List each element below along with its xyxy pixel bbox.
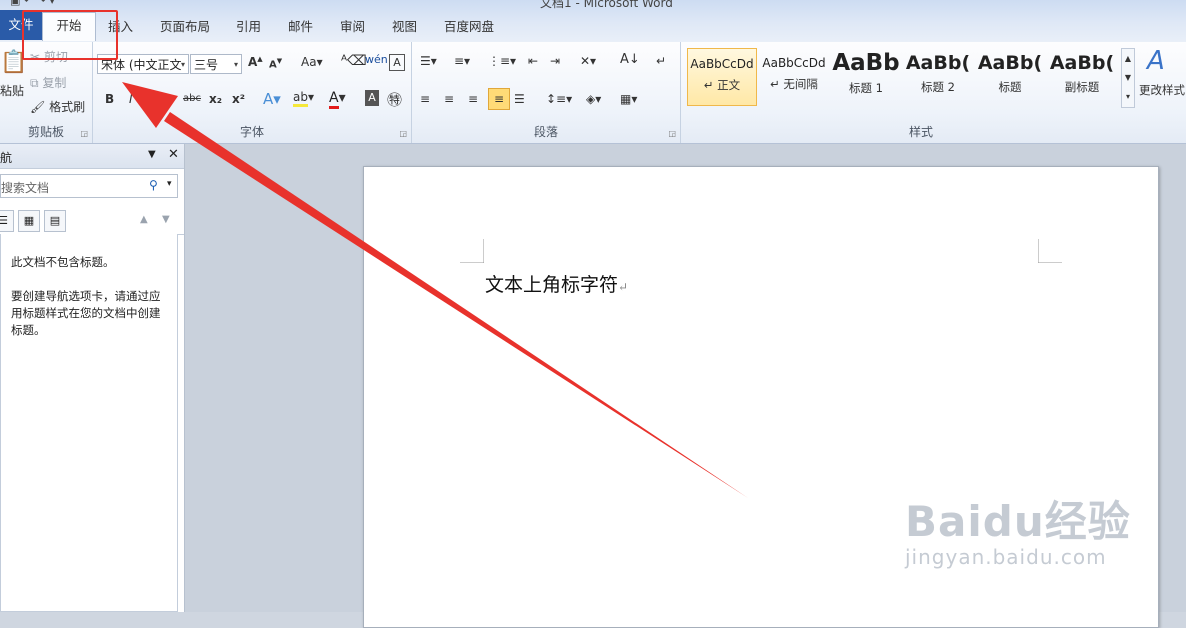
redo-icon[interactable]: ↷ — [37, 0, 46, 7]
search-icon[interactable]: ⚲ — [149, 178, 158, 192]
crop-mark-top-left — [460, 239, 484, 263]
style-no-spacing[interactable]: AaBbCcDd ↵ 无间隔 — [759, 48, 829, 106]
clipboard-group-label: 剪贴板 — [27, 125, 64, 139]
annotation-highlight-box — [22, 10, 118, 60]
navigation-pane: 航 ▼ ✕ 搜索文档 ⚲ ▾ ☰ ▦ ▤ ▲ ▼ 此文档不包含标题。 要创建导航… — [0, 144, 185, 612]
tab-mailings[interactable]: 邮件 — [286, 14, 315, 40]
align-right-icon[interactable]: ≡ — [468, 92, 478, 106]
strikethrough-button[interactable]: abc — [183, 93, 201, 104]
nav-pane-title: 航 — [0, 151, 13, 165]
increase-indent-icon[interactable]: ⇥ — [550, 54, 560, 68]
grow-font-icon[interactable]: A▲ — [248, 55, 263, 69]
chevron-down-icon: ▾ — [180, 60, 185, 69]
shrink-font-icon[interactable]: A▼ — [269, 57, 282, 70]
underline-button[interactable]: U▾ — [151, 92, 166, 106]
previous-icon[interactable]: ▲ — [140, 214, 148, 225]
crop-mark-top-right — [1038, 239, 1062, 263]
copy-button[interactable]: ⧉ 复制 — [30, 74, 66, 91]
align-center-icon[interactable]: ≡ — [444, 92, 454, 106]
line-spacing-icon[interactable]: ↕≡▾ — [546, 92, 572, 106]
borders-icon[interactable]: ▦▾ — [620, 92, 637, 106]
paragraph-mark-icon: ↵ — [618, 280, 629, 294]
paste-button[interactable]: 粘贴 — [0, 82, 24, 99]
tab-references[interactable]: 引用 — [234, 14, 263, 40]
font-group-label: 字体 — [239, 125, 264, 139]
tab-page-layout[interactable]: 页面布局 — [158, 14, 212, 40]
dialog-launcher-icon[interactable]: ◲ — [399, 129, 407, 138]
save-icon[interactable]: ▣ — [10, 0, 20, 7]
qat-dropdown-icon[interactable]: ▾ — [49, 0, 55, 7]
title-tab-bar: ▣ ↶ ↷ ▾ 文档1 - Microsoft Word 文件 开始 插入 页面… — [0, 0, 1186, 43]
distributed-icon[interactable]: ☰ — [514, 92, 525, 106]
undo-icon[interactable]: ↶ — [24, 0, 33, 7]
tab-baidu-netdisk[interactable]: 百度网盘 — [442, 14, 496, 40]
subscript-button[interactable]: x₂ — [209, 92, 222, 106]
show-hide-marks-icon[interactable]: ↵ — [656, 54, 666, 68]
font-group: 宋体 (中文正文 ▾ 三号 ▾ A▲ A▼ Aa▾ ᴬ⌫ wén A B I U… — [93, 42, 412, 143]
clear-formatting-icon[interactable]: ᴬ⌫ — [341, 53, 367, 69]
decrease-indent-icon[interactable]: ⇤ — [528, 54, 538, 68]
style-normal[interactable]: AaBbCcDd ↵ 正文 — [687, 48, 757, 106]
justify-icon[interactable]: ≡ — [488, 88, 510, 110]
brush-icon: 🖌 — [30, 100, 46, 114]
ribbon: 📋 粘贴 ✂ 剪切 ⧉ 复制 🖌 格式刷 剪贴板 ◲ 宋体 (中文正文 ▾ 三号… — [0, 42, 1186, 144]
nav-help-text: 要创建导航选项卡，请通过应用标题样式在您的文档中创建标题。 — [11, 289, 161, 337]
format-painter-button[interactable]: 🖌 格式刷 — [30, 98, 85, 115]
font-color-icon[interactable]: A▾ — [329, 90, 346, 109]
document-text[interactable]: 文本上角标字符↵ — [485, 270, 628, 297]
multilevel-list-icon[interactable]: ⋮≡▾ — [488, 54, 516, 68]
tab-review[interactable]: 审阅 — [338, 14, 367, 40]
search-input[interactable]: 搜索文档 — [1, 179, 49, 196]
dialog-launcher-icon[interactable]: ◲ — [668, 129, 676, 138]
paragraph-group: ☰▾ ≡▾ ⋮≡▾ ⇤ ⇥ ✕▾ A↓ ↵ ≡ ≡ ≡ ≡ ☰ ↕≡▾ ◈▾ ▦… — [412, 42, 681, 143]
character-border-icon[interactable]: A — [389, 54, 405, 71]
change-styles-icon[interactable]: A — [1147, 46, 1165, 76]
nav-search-box[interactable]: 搜索文档 ⚲ ▾ — [0, 174, 178, 198]
quick-access-toolbar: ▣ ↶ ↷ ▾ — [10, 0, 55, 7]
styles-group: AaBbCcDd ↵ 正文 AaBbCcDd ↵ 无间隔 AaBb 标题 1 A… — [681, 42, 1186, 143]
change-styles-button[interactable]: 更改样式 — [1139, 82, 1185, 98]
highlight-color-icon[interactable]: ab▾ — [293, 90, 314, 107]
baidu-watermark-logo: Baidu经验 jingyan.baidu.com — [905, 497, 1131, 569]
phonetic-guide-icon[interactable]: wén — [365, 53, 388, 66]
change-case-icon[interactable]: Aa▾ — [301, 55, 323, 69]
italic-button[interactable]: I — [129, 92, 133, 106]
pages-view-icon[interactable]: ▦ — [18, 210, 40, 232]
nav-options-icon[interactable]: ▼ — [148, 149, 156, 160]
character-shading-icon[interactable]: A — [365, 90, 379, 106]
headings-view-icon[interactable]: ☰ — [0, 210, 14, 232]
chevron-down-icon[interactable]: ▾ — [167, 179, 172, 189]
sort-icon[interactable]: A↓ — [620, 52, 640, 67]
chevron-down-icon: ▾ — [233, 60, 238, 69]
style-title[interactable]: AaBb( 标题 — [975, 48, 1045, 106]
window-title: 文档1 - Microsoft Word — [540, 0, 673, 10]
superscript-button[interactable]: x² — [232, 92, 245, 106]
style-heading-1[interactable]: AaBb 标题 1 — [831, 48, 901, 106]
enclose-characters-icon[interactable]: ㊕ — [387, 89, 402, 110]
dialog-launcher-icon[interactable]: ◲ — [80, 129, 88, 138]
nav-view-tabs: ☰ ▦ ▤ ▲ ▼ — [0, 208, 184, 235]
bullets-icon[interactable]: ☰▾ — [420, 54, 437, 68]
no-headings-text: 此文档不包含标题。 — [11, 255, 115, 269]
font-size-combo[interactable]: 三号 ▾ — [190, 54, 242, 74]
next-icon[interactable]: ▼ — [162, 214, 170, 225]
paragraph-group-label: 段落 — [533, 125, 558, 139]
align-left-icon[interactable]: ≡ — [420, 92, 430, 106]
chinese-layout-icon[interactable]: ✕▾ — [580, 54, 596, 68]
copy-icon: ⧉ — [30, 76, 39, 90]
text-effects-icon[interactable]: A▾ — [263, 90, 281, 108]
styles-scroll[interactable]: ▲ ▼ ▾ — [1121, 48, 1135, 108]
results-view-icon[interactable]: ▤ — [44, 210, 66, 232]
shading-icon[interactable]: ◈▾ — [586, 92, 601, 106]
tab-view[interactable]: 视图 — [390, 14, 419, 40]
styles-group-label: 样式 — [908, 125, 933, 139]
numbering-icon[interactable]: ≡▾ — [454, 54, 470, 68]
nav-pane-content: 此文档不包含标题。 要创建导航选项卡，请通过应用标题样式在您的文档中创建标题。 — [0, 234, 178, 612]
bold-button[interactable]: B — [105, 92, 114, 106]
close-icon[interactable]: ✕ — [168, 147, 179, 162]
style-heading-2[interactable]: AaBb( 标题 2 — [903, 48, 973, 106]
style-subtitle[interactable]: AaBb( 副标题 — [1047, 48, 1117, 106]
nav-pane-header: 航 ▼ ✕ — [0, 144, 184, 169]
